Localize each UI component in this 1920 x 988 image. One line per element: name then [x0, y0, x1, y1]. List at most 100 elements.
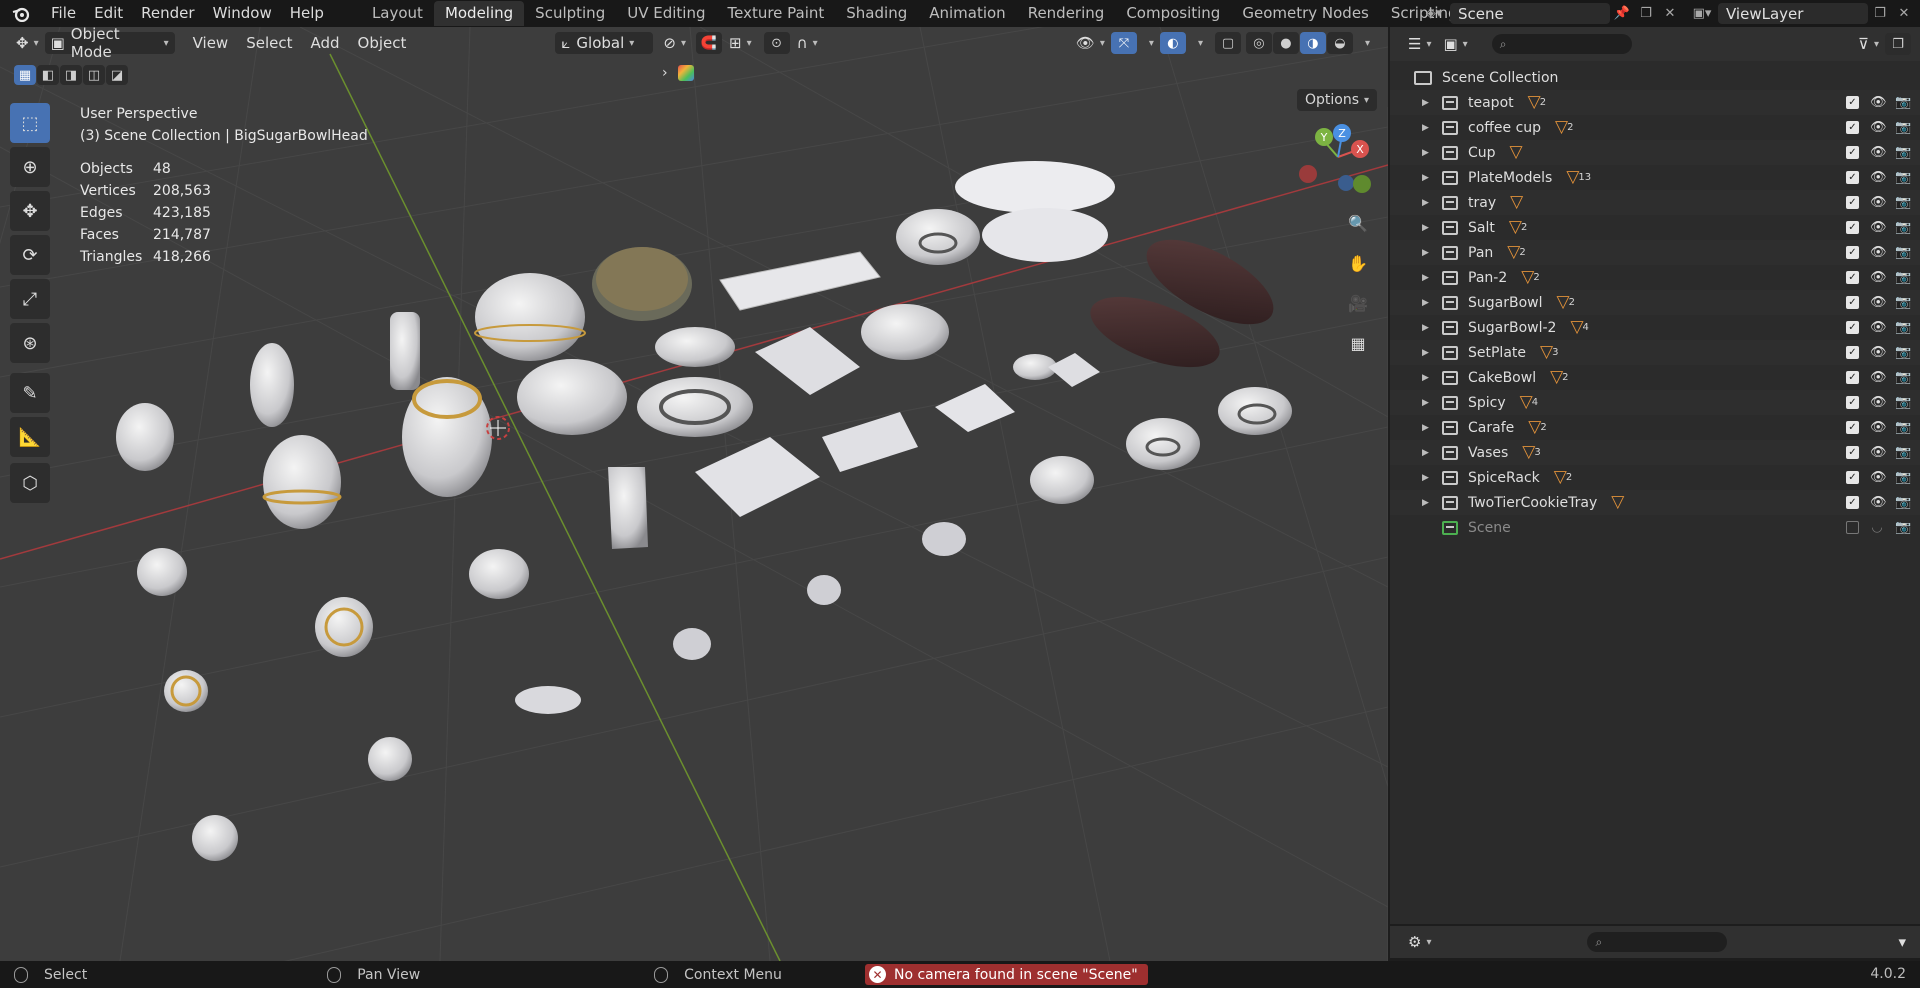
snap-target-icon[interactable]: ⊞ ▾ [723, 32, 758, 54]
tab-shading[interactable]: Shading [835, 1, 918, 26]
blender-logo-icon[interactable] [0, 0, 42, 27]
outliner-collection-row[interactable]: ▶ SpiceRack ▽ 2 ✓ 👁 📷 [1390, 465, 1920, 490]
eye-icon[interactable]: 👁 [1870, 345, 1887, 360]
render-camera-icon[interactable]: 📷 [1895, 345, 1911, 360]
eye-icon[interactable]: 👁 [1870, 495, 1887, 510]
expand-arrow-icon[interactable]: ▶ [1422, 198, 1432, 208]
tab-compositing[interactable]: Compositing [1115, 1, 1231, 26]
mode-selector[interactable]: ▣ Object Mode ▾ [44, 27, 175, 61]
expand-arrow-icon[interactable]: ▶ [1422, 223, 1432, 233]
menu-file[interactable]: File [42, 0, 85, 27]
collapsed-region-toggle[interactable]: › [662, 65, 694, 81]
eye-icon[interactable]: 👁 [1870, 295, 1887, 310]
eye-icon[interactable]: 👁 [1870, 220, 1887, 235]
scene-browse-icon[interactable]: ◈▾ [1422, 3, 1446, 24]
eye-icon[interactable]: 👁 [1870, 420, 1887, 435]
eye-icon[interactable]: 👁 [1870, 395, 1887, 410]
mesh-data-icon[interactable]: ▽ [1611, 494, 1624, 511]
outliner-collection-row[interactable]: ▶ Vases ▽ 3 ✓ 👁 📷 [1390, 440, 1920, 465]
xray-toggle-icon[interactable]: ▢ [1214, 32, 1241, 54]
overlay-options-icon[interactable]: ▾ [1187, 32, 1209, 54]
render-camera-icon[interactable]: 📷 [1895, 295, 1911, 310]
properties-editor-type-icon[interactable]: ⚙ ▾ [1402, 931, 1437, 953]
falloff-icon[interactable]: ∩ ▾ [791, 32, 824, 54]
tab-geometry-nodes[interactable]: Geometry Nodes [1231, 1, 1380, 26]
render-camera-icon[interactable]: 📷 [1895, 120, 1911, 135]
expand-arrow-icon[interactable]: ▶ [1422, 348, 1432, 358]
outliner-collection-row[interactable]: ▶ Salt ▽ 2 ✓ 👁 📷 [1390, 215, 1920, 240]
new-viewlayer-icon[interactable]: ❐ [1868, 3, 1892, 24]
mesh-data-icon[interactable]: ▽ 2 [1509, 219, 1527, 236]
outliner-collection-row[interactable]: ▶ SetPlate ▽ 3 ✓ 👁 📷 [1390, 340, 1920, 365]
pivot-point-icon[interactable]: ⊘ ▾ [657, 32, 692, 54]
menu-add[interactable]: Add [305, 32, 346, 54]
render-camera-icon[interactable]: 📷 [1895, 445, 1911, 460]
expand-arrow-icon[interactable]: ▶ [1422, 423, 1432, 433]
snap-toggle-icon[interactable]: 🧲 [696, 32, 723, 54]
expand-arrow-icon[interactable]: ▶ [1422, 373, 1432, 383]
menu-help[interactable]: Help [281, 0, 333, 27]
scene-name-field[interactable]: Scene [1450, 3, 1610, 24]
outliner-collection-row[interactable]: ▶ PlateModels ▽ 13 ✓ 👁 📷 [1390, 165, 1920, 190]
eye-icon[interactable]: 👁 [1870, 120, 1887, 135]
expand-arrow-icon[interactable]: ▶ [1422, 273, 1432, 283]
filter-icon[interactable]: ⊽ ▾ [1852, 33, 1885, 55]
expand-arrow-icon[interactable]: ▶ [1422, 298, 1432, 308]
scene-object-row[interactable]: Scene ◡ 📷 [1390, 515, 1920, 540]
exclude-checkbox[interactable]: ✓ [1846, 421, 1859, 434]
measure-tool-icon[interactable]: 📐 [10, 417, 50, 457]
render-camera-icon[interactable]: 📷 [1895, 395, 1911, 410]
outliner-collection-row[interactable]: ▶ TwoTierCookieTray ▽ ✓ 👁 📷 [1390, 490, 1920, 515]
pan-hand-icon[interactable]: ✋ [1344, 249, 1372, 277]
exclude-checkbox[interactable] [1846, 521, 1859, 534]
scene-collection-row[interactable]: Scene Collection [1390, 65, 1920, 90]
neg-y-axis-icon[interactable] [1353, 175, 1371, 193]
annotate-tool-icon[interactable]: ✎ [10, 373, 50, 413]
gizmo-toggle-icon[interactable]: ⤧ [1110, 32, 1137, 54]
select-invert-icon[interactable]: ◫ [83, 65, 105, 85]
exclude-checkbox[interactable]: ✓ [1846, 471, 1859, 484]
expand-arrow-icon[interactable]: ▶ [1422, 448, 1432, 458]
shading-options-icon[interactable]: ▾ [1354, 32, 1376, 54]
outliner-collection-row[interactable]: ▶ Cup ▽ ✓ 👁 📷 [1390, 140, 1920, 165]
eye-icon[interactable]: 👁 [1870, 195, 1887, 210]
mesh-data-icon[interactable]: ▽ 2 [1507, 244, 1525, 261]
mesh-data-icon[interactable]: ▽ [1510, 194, 1523, 211]
mesh-data-icon[interactable]: ▽ 13 [1566, 169, 1591, 186]
rotate-tool-icon[interactable]: ⟳ [10, 235, 50, 275]
outliner-collection-row[interactable]: ▶ Spicy ▽ 4 ✓ 👁 📷 [1390, 390, 1920, 415]
eye-icon[interactable]: 👁 [1870, 320, 1887, 335]
render-camera-icon[interactable]: 📷 [1895, 420, 1911, 435]
zoom-icon[interactable]: 🔍 [1344, 209, 1372, 237]
outliner-collection-row[interactable]: ▶ teapot ▽ 2 ✓ 👁 📷 [1390, 90, 1920, 115]
eye-icon[interactable]: 👁 [1870, 445, 1887, 460]
menu-view[interactable]: View [187, 32, 235, 54]
render-camera-icon[interactable]: 📷 [1895, 320, 1911, 335]
render-camera-icon[interactable]: 📷 [1895, 520, 1911, 535]
eye-icon[interactable]: 👁 [1870, 245, 1887, 260]
exclude-checkbox[interactable]: ✓ [1846, 171, 1859, 184]
navigation-gizmo[interactable]: X Y Z [1290, 115, 1386, 211]
cursor-tool-icon[interactable]: ⊕ [10, 147, 50, 187]
new-collection-icon[interactable]: ❐ [1885, 33, 1911, 55]
render-camera-icon[interactable]: 📷 [1895, 95, 1911, 110]
render-camera-icon[interactable]: 📷 [1895, 220, 1911, 235]
camera-view-icon[interactable]: 🎥 [1344, 289, 1372, 317]
proportional-editing-icon[interactable]: ⊙ [763, 32, 790, 54]
expand-arrow-icon[interactable]: ▶ [1422, 498, 1432, 508]
viewlayer-name-field[interactable]: ViewLayer [1718, 3, 1868, 24]
material-preview-icon[interactable]: ◑ [1299, 32, 1326, 54]
eye-icon[interactable]: ◡ [1870, 520, 1884, 535]
render-camera-icon[interactable]: 📷 [1895, 195, 1911, 210]
overlay-toggle-icon[interactable]: ◐ [1159, 32, 1186, 54]
expand-arrow-icon[interactable]: ▶ [1422, 173, 1432, 183]
neg-z-axis-icon[interactable] [1338, 175, 1354, 191]
transform-tool-icon[interactable]: ⊛ [10, 323, 50, 363]
exclude-checkbox[interactable]: ✓ [1846, 196, 1859, 209]
exclude-checkbox[interactable]: ✓ [1846, 446, 1859, 459]
eye-icon[interactable]: 👁 [1870, 95, 1887, 110]
perspective-toggle-icon[interactable]: ▦ [1344, 329, 1372, 357]
select-subtract-icon[interactable]: ◨ [60, 65, 82, 85]
move-tool-icon[interactable]: ✥ [10, 191, 50, 231]
add-cube-tool-icon[interactable]: ⬡ [10, 463, 50, 503]
